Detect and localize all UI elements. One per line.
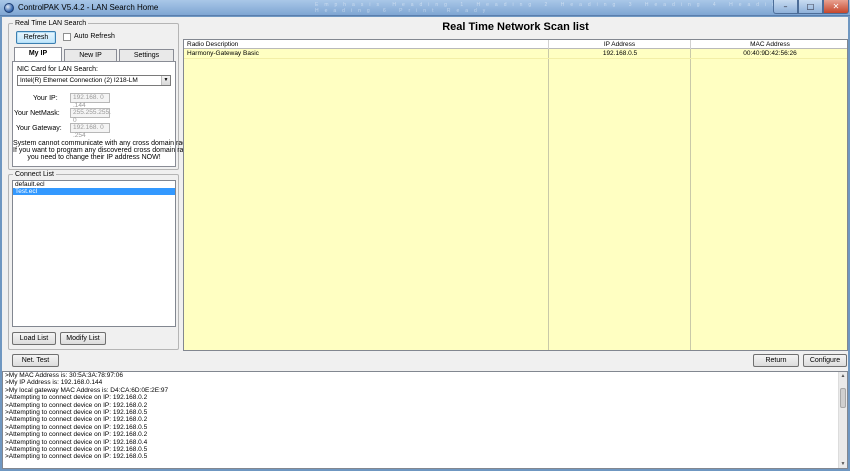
tab-my-ip[interactable]: My IP bbox=[14, 47, 62, 61]
netmask-label: Your NetMask: bbox=[14, 110, 60, 117]
log-line: >Attempting to connect device on IP: 192… bbox=[5, 453, 148, 461]
warning-line-3: you need to change their IP address NOW! bbox=[27, 154, 161, 161]
log-line: >My MAC Address is: 30:5A:3A:78:97:06 bbox=[5, 372, 123, 379]
log-line: >My IP Address is: 192.168.0.144 bbox=[5, 379, 103, 387]
grid-column-ip bbox=[549, 40, 691, 350]
cell-radio-description: Harmony-Gateway Basic bbox=[187, 50, 259, 57]
connect-list-group: Connect List default.ecl Test.ecl Load L… bbox=[8, 170, 179, 350]
log-output[interactable]: >My MAC Address is: 30:5A:3A:78:97:06 >M… bbox=[2, 371, 848, 469]
connect-list[interactable]: default.ecl Test.ecl bbox=[12, 180, 176, 327]
scroll-up-icon[interactable]: ▲ bbox=[839, 372, 847, 380]
netmask-field: 255.255.255. 0 bbox=[70, 108, 111, 124]
log-line: >Attempting to connect device on IP: 192… bbox=[5, 416, 148, 424]
scroll-down-icon[interactable]: ▼ bbox=[839, 460, 847, 468]
log-line: >Attempting to connect device on IP: 192… bbox=[5, 408, 148, 416]
my-ip-panel: NIC Card for LAN Search: Intel(R) Ethern… bbox=[12, 61, 195, 167]
background-ribbon-text: Emphasis Heading 1 Heading 2 Heading 3 H… bbox=[315, 2, 806, 14]
lan-search-group-title: Real Time LAN Search bbox=[13, 19, 89, 28]
nic-card-select[interactable]: Intel(R) Ethernet Connection (2) I218-LM… bbox=[17, 75, 171, 86]
lan-search-group: Real Time LAN Search Refresh Auto Refres… bbox=[8, 19, 195, 170]
column-header-mac-address[interactable]: MAC Address bbox=[691, 40, 847, 49]
log-line: >Attempting to connect device on IP: 192… bbox=[5, 423, 148, 431]
column-header-ip-address[interactable]: IP Address bbox=[549, 40, 691, 49]
return-button[interactable]: Return bbox=[753, 354, 799, 367]
tab-settings[interactable]: Settings bbox=[119, 49, 174, 61]
load-list-button[interactable]: Load List bbox=[12, 332, 56, 345]
grid-header: Radio Description IP Address MAC Address bbox=[184, 40, 847, 49]
tab-new-ip[interactable]: New IP bbox=[64, 49, 117, 61]
gateway-label: Your Gateway: bbox=[16, 125, 62, 132]
log-line: >My local gateway MAC Address is: D4:CA:… bbox=[5, 386, 169, 394]
window-title: ControlPAK V5.4.2 - LAN Search Home bbox=[18, 3, 159, 12]
log-scrollbar[interactable]: ▲ ▼ bbox=[838, 372, 847, 468]
your-ip-label: Your IP: bbox=[33, 95, 58, 102]
close-button[interactable]: ✕ bbox=[823, 0, 849, 14]
list-item-selected[interactable]: Test.ecl bbox=[13, 188, 175, 195]
column-header-radio-description[interactable]: Radio Description bbox=[184, 40, 549, 49]
grid-column-mac bbox=[691, 40, 847, 350]
log-line: >Attempting to connect device on IP: 192… bbox=[5, 401, 148, 409]
nic-card-label: NIC Card for LAN Search: bbox=[17, 66, 98, 73]
net-test-button[interactable]: Net. Test bbox=[12, 354, 59, 367]
nic-card-value: Intel(R) Ethernet Connection (2) I218-LM bbox=[20, 77, 138, 84]
grid-row-divider bbox=[184, 58, 847, 59]
log-line: >Attempting to connect device on IP: 192… bbox=[5, 445, 148, 453]
list-item[interactable]: default.ecl bbox=[13, 181, 175, 188]
your-ip-field: 192.168. 0 .144 bbox=[70, 93, 110, 109]
maximize-button[interactable]: □ bbox=[798, 0, 823, 14]
cell-mac-address: 00:40:9D:42:56:26 bbox=[743, 50, 797, 57]
modify-list-button[interactable]: Modify List bbox=[60, 332, 106, 345]
auto-refresh-label: Auto Refresh bbox=[74, 33, 115, 40]
scan-list-grid[interactable]: Radio Description IP Address MAC Address… bbox=[183, 39, 848, 351]
chevron-down-icon[interactable]: ▼ bbox=[161, 76, 170, 85]
gateway-field: 192.168. 0 .254 bbox=[70, 123, 110, 139]
grid-column-desc bbox=[184, 40, 549, 350]
scan-list-title: Real Time Network Scan list bbox=[442, 21, 589, 33]
log-line: >Attempting to connect device on IP: 192… bbox=[5, 431, 148, 439]
log-line: >Attempting to connect device on IP: 192… bbox=[5, 394, 148, 402]
title-bar: ControlPAK V5.4.2 - LAN Search Home Emph… bbox=[0, 0, 850, 16]
auto-refresh-checkbox[interactable] bbox=[63, 33, 71, 41]
connect-list-group-title: Connect List bbox=[13, 170, 56, 179]
client-area: Real Time LAN Search Refresh Auto Refres… bbox=[2, 17, 848, 469]
log-line: >Attempting to connect device on IP: 192… bbox=[5, 438, 148, 446]
refresh-button[interactable]: Refresh bbox=[16, 31, 56, 44]
app-logo-icon bbox=[4, 3, 14, 13]
configure-button[interactable]: Configure bbox=[803, 354, 847, 367]
minimize-button[interactable]: – bbox=[773, 0, 798, 14]
scroll-thumb[interactable] bbox=[840, 388, 846, 408]
cell-ip-address: 192.168.0.5 bbox=[602, 50, 638, 57]
